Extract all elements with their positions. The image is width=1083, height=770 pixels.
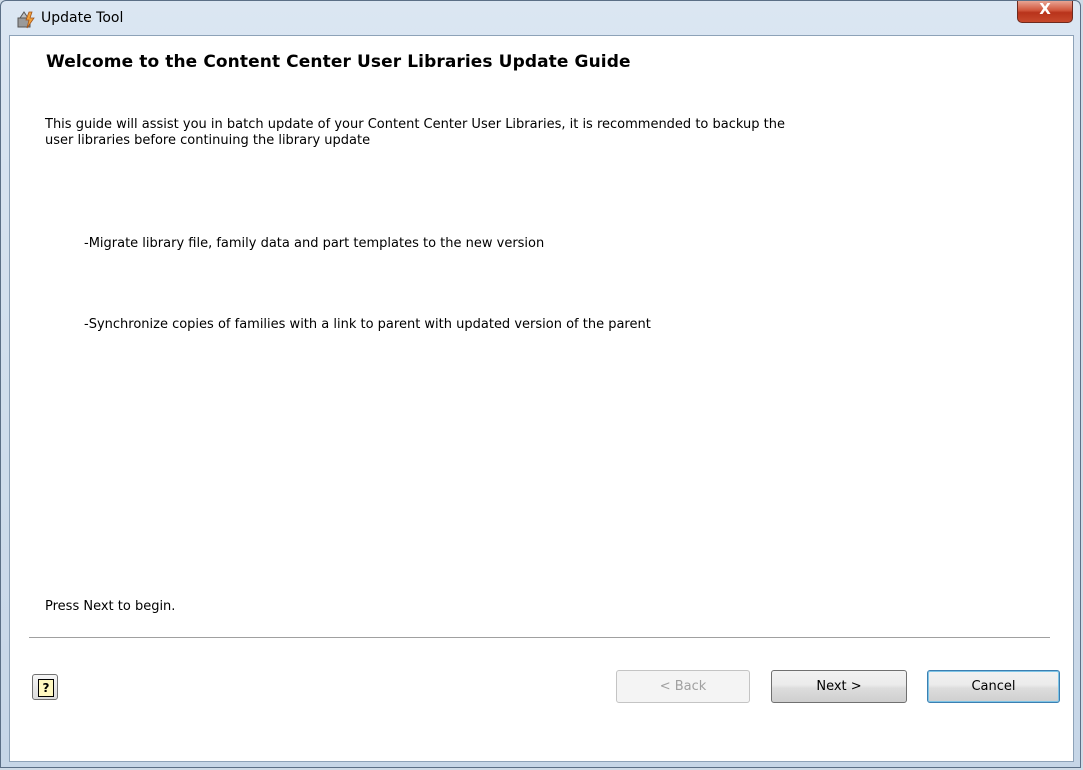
window-title: Update Tool <box>41 10 124 26</box>
intro-line: user libraries before continuing the lib… <box>45 133 371 148</box>
page-heading: Welcome to the Content Center User Libra… <box>46 52 631 72</box>
footer-separator <box>29 637 1050 639</box>
intro-text: This guide will assist you in batch upda… <box>45 117 945 149</box>
press-next-hint: Press Next to begin. <box>45 599 176 614</box>
help-button[interactable]: ? <box>32 674 58 700</box>
close-button[interactable]: X <box>1017 0 1073 23</box>
close-icon: X <box>1039 0 1051 18</box>
intro-line: This guide will assist you in batch upda… <box>45 117 785 132</box>
update-tool-icon <box>17 11 35 29</box>
bullet-migrate: -Migrate library file, family data and p… <box>84 236 545 251</box>
bullet-synchronize: -Synchronize copies of families with a l… <box>84 317 651 332</box>
cancel-button[interactable]: Cancel <box>927 670 1060 703</box>
title-bar[interactable]: Update Tool X <box>1 0 1080 35</box>
back-button[interactable]: < Back <box>616 670 750 703</box>
next-button[interactable]: Next > <box>771 670 907 703</box>
update-tool-window: Update Tool X Welcome to the Content Cen… <box>0 0 1081 768</box>
help-icon: ? <box>38 679 54 697</box>
